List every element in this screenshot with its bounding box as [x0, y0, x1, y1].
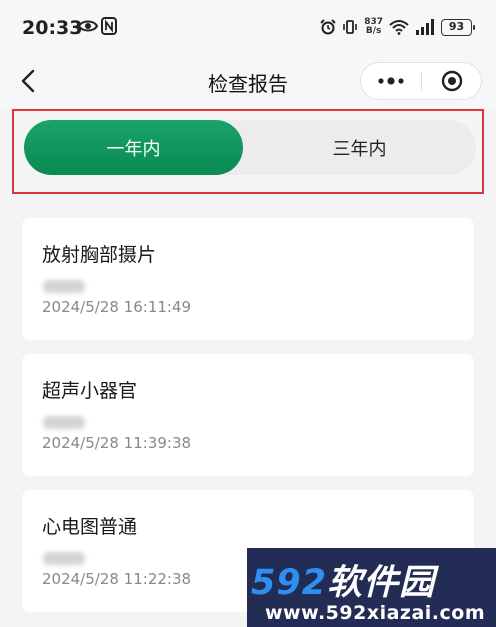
vibrate-icon: [343, 20, 358, 34]
report-name: 放射胸部摄片: [42, 244, 157, 266]
report-date: 2024/5/28 16:11:49: [42, 298, 192, 316]
network-speed: 837 B/s: [364, 18, 383, 36]
report-date: 2024/5/28 11:22:38: [42, 570, 192, 588]
status-icons: 837 B/s 93: [320, 15, 475, 39]
watermark-logo-text: 软件园: [327, 563, 436, 603]
site-watermark: 592软件园 www.592xiazai.com: [247, 548, 496, 627]
status-time: 20:33: [22, 17, 83, 39]
report-card[interactable]: 放射胸部摄片 2024/5/28 16:11:49: [22, 218, 474, 340]
time-range-tabs: 一年内 三年内: [24, 120, 476, 175]
watermark-url: www.592xiazai.com: [265, 602, 486, 624]
navigation-bar: 检查报告: [0, 56, 496, 108]
target-circle-icon: [441, 70, 463, 92]
tab-one-year[interactable]: 一年内: [24, 120, 243, 175]
close-mini-program-button[interactable]: [422, 63, 482, 99]
watermark-logo: 592软件园: [251, 554, 435, 605]
eye-icon: [78, 20, 98, 32]
report-card[interactable]: 超声小器官 2024/5/28 11:39:38: [22, 354, 474, 476]
report-name: 超声小器官: [42, 380, 138, 402]
more-button[interactable]: [361, 63, 421, 99]
mini-program-capsule: [360, 62, 482, 100]
time-range-tabs-highlight: 一年内 三年内: [12, 109, 484, 194]
status-bar: 20:33 837 B/s 93: [0, 0, 496, 56]
nfc-icon: [101, 17, 117, 35]
more-dots-icon: [378, 77, 404, 85]
alarm-icon: [320, 19, 336, 35]
watermark-logo-number: 592: [251, 563, 328, 603]
report-name: 心电图普通: [42, 516, 138, 538]
blurred-patient-name: [43, 280, 85, 293]
tab-three-years[interactable]: 三年内: [243, 120, 476, 175]
blurred-patient-name: [43, 416, 85, 429]
wifi-icon: [389, 20, 409, 35]
battery-indicator: 93: [441, 18, 475, 36]
report-date: 2024/5/28 11:39:38: [42, 434, 192, 452]
network-speed-unit: B/s: [365, 26, 382, 36]
blurred-patient-name: [43, 552, 85, 565]
signal-icon: [416, 19, 434, 35]
